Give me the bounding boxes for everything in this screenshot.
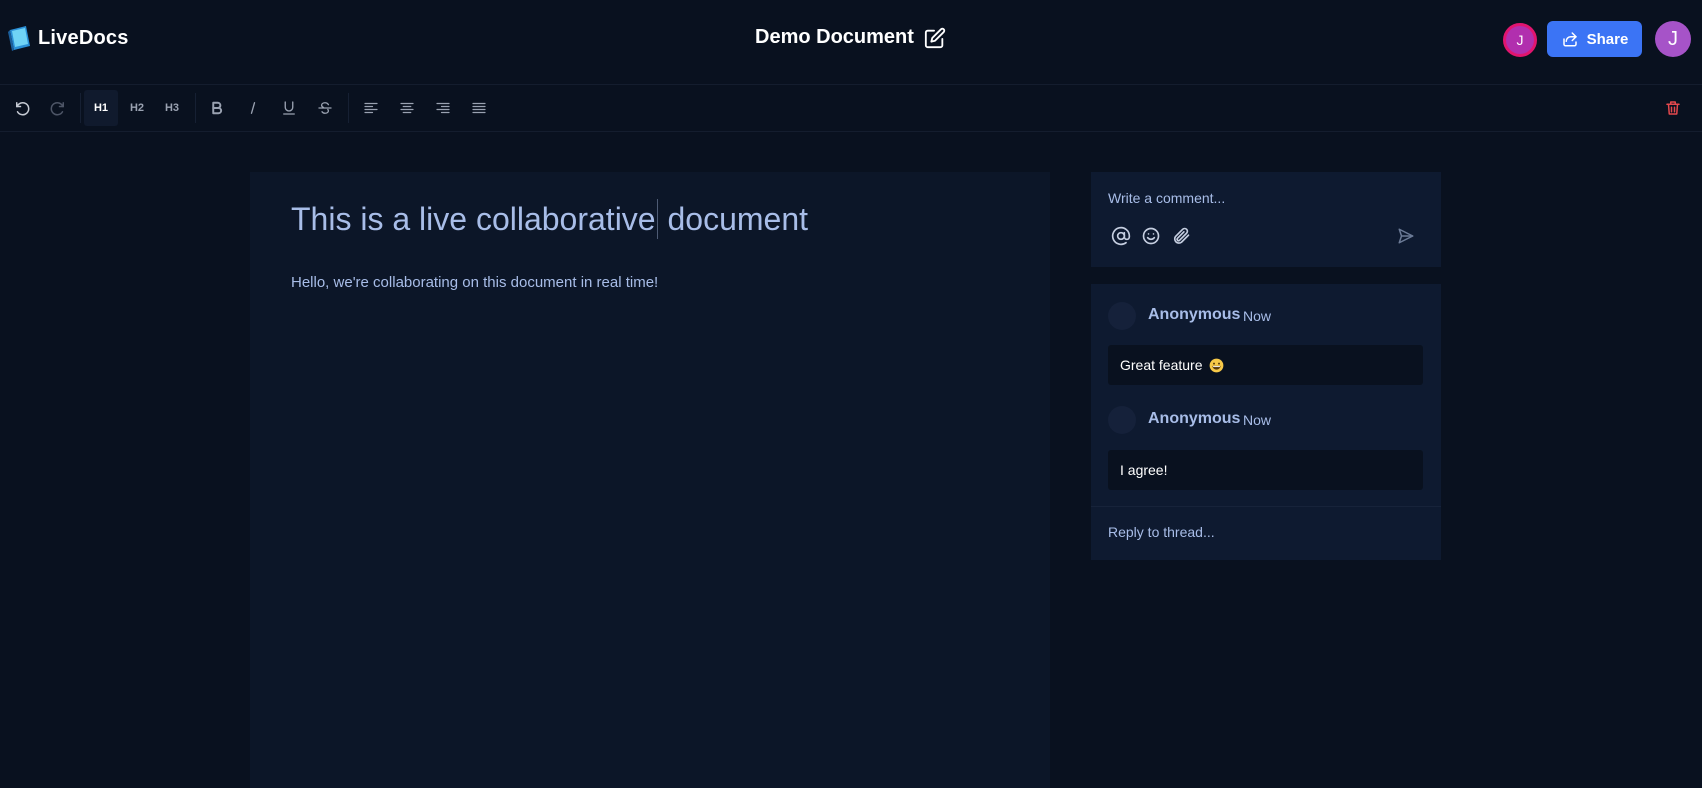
strikethrough-icon [318,102,332,114]
edit-icon[interactable] [924,27,946,49]
heading-text-end: document [658,201,809,237]
comment-text: Great feature [1120,357,1203,373]
mention-icon[interactable] [1111,226,1131,246]
toolbar-divider [195,93,196,123]
formatting-toolbar: H1 H2 H3 [0,85,1702,132]
comment-body: Great feature [1108,345,1423,385]
logo-icon [8,26,30,51]
heading-1-button[interactable]: H1 [84,90,118,126]
thread-divider [1091,506,1441,507]
comment-timestamp: Now [1243,412,1272,428]
strikethrough-button[interactable] [308,90,342,126]
undo-icon [16,102,30,116]
underline-icon [283,101,295,115]
send-icon[interactable] [1397,227,1415,245]
share-button[interactable]: Share [1547,21,1642,57]
comment-composer: Write a comment... [1091,172,1441,267]
align-center-button[interactable] [390,90,424,126]
align-right-icon [436,102,450,114]
emoji-icon[interactable] [1141,226,1161,246]
redo-icon [50,102,64,116]
document-editor[interactable]: This is a live collaborative document He… [250,172,1050,788]
heading-2-button[interactable]: H2 [120,90,154,126]
comment-author: Anonymous [1148,306,1241,323]
top-header: LiveDocs Demo Document J Share J [0,0,1702,85]
document-paragraph[interactable]: Hello, we're collaborating on this docum… [291,274,658,291]
collaborator-initial: J [1516,32,1524,48]
comment-thread: Anonymous Now Great feature Anonymous No… [1091,284,1441,560]
delete-document-button[interactable] [1662,95,1684,121]
bold-button[interactable] [200,90,234,126]
comment-timestamp: Now [1243,308,1272,324]
attachment-icon[interactable] [1171,226,1191,246]
undo-button[interactable] [5,90,39,126]
comment-input[interactable]: Write a comment... [1108,190,1225,206]
trash-icon [1666,101,1680,115]
bold-icon [212,101,223,115]
collaborator-avatar[interactable]: J [1503,23,1537,57]
user-initial: J [1668,27,1678,50]
document-heading[interactable]: This is a live collaborative document [291,198,809,242]
grinning-face-icon [1209,358,1223,372]
align-justify-button[interactable] [462,90,496,126]
redo-button[interactable] [41,90,75,126]
align-justify-icon [472,102,486,114]
comment-author: Anonymous [1148,410,1241,427]
app-logo[interactable]: LiveDocs [8,24,129,52]
italic-icon [250,102,256,114]
align-left-button[interactable] [354,90,388,126]
toolbar-divider [348,93,349,123]
align-center-icon [400,102,414,114]
toolbar-divider [80,93,81,123]
heading-text-start: This is a live collaborative [291,201,656,237]
comment-avatar [1108,302,1136,330]
app-name: LiveDocs [38,26,129,49]
share-icon [1562,32,1577,47]
underline-button[interactable] [272,90,306,126]
reply-input[interactable]: Reply to thread... [1108,524,1215,540]
comment-text: I agree! [1120,462,1168,478]
comment-avatar [1108,406,1136,434]
italic-button[interactable] [236,90,270,126]
comment-body: I agree! [1108,450,1423,490]
document-title-area: Demo Document [755,26,946,49]
document-title[interactable]: Demo Document [755,26,914,49]
text-caret [656,198,658,239]
align-left-icon [364,102,378,114]
user-avatar[interactable]: J [1655,21,1691,57]
share-label: Share [1586,30,1629,48]
heading-3-button[interactable]: H3 [155,90,189,126]
align-right-button[interactable] [426,90,460,126]
